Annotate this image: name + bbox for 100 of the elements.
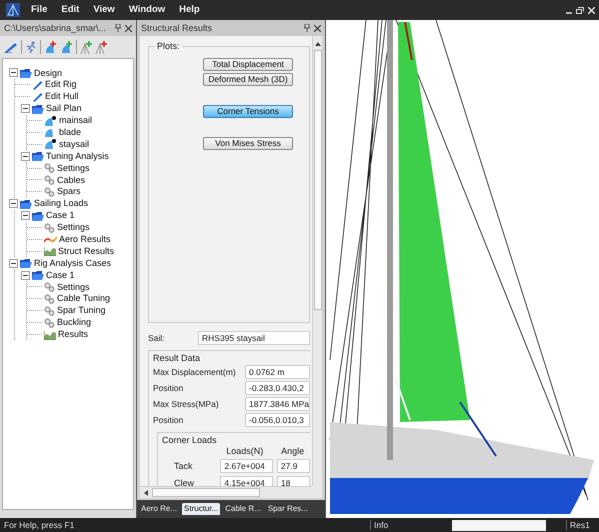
row-label: Clew <box>173 478 196 486</box>
column-header: Loads(N) <box>225 446 264 457</box>
chart-icon <box>44 330 56 340</box>
field-label: Position <box>153 414 184 425</box>
restore-icon[interactable] <box>576 6 584 14</box>
tree-item[interactable]: Edit Rig <box>45 79 77 90</box>
folder-icon <box>32 151 44 162</box>
field-label: Sail: <box>148 332 166 344</box>
folder-icon <box>32 210 44 221</box>
tree-item[interactable]: Spar Tuning <box>57 305 106 316</box>
gears-icon <box>44 222 55 233</box>
tree-item[interactable]: Case 1 <box>46 270 75 280</box>
tree-item[interactable]: Struct Results <box>58 246 114 257</box>
sail-add-icon[interactable] <box>44 40 57 54</box>
horizontal-scrollbar[interactable] <box>140 486 312 498</box>
tab[interactable]: Cable R... <box>223 503 263 515</box>
scrollbar-thumb[interactable] <box>314 50 322 310</box>
collapse-icon[interactable] <box>9 68 18 78</box>
group-label: Result Data <box>153 353 200 364</box>
panel-title: C:\Users\sabrina_smar\... <box>4 22 108 34</box>
folder-icon <box>32 270 44 280</box>
collapse-icon[interactable] <box>21 104 30 114</box>
tab[interactable]: Aero Re... <box>139 503 180 515</box>
menu-item[interactable]: File <box>24 4 54 16</box>
folder-icon <box>20 198 32 209</box>
tree-item[interactable]: mainsail <box>59 115 92 126</box>
tree-item[interactable]: Settings <box>57 282 90 292</box>
value-field: 2.67e+004 <box>220 459 273 474</box>
plot-button[interactable]: Corner Tensions <box>203 105 293 118</box>
tab[interactable]: Spar Res... <box>266 503 310 515</box>
mast-add-icon[interactable] <box>95 40 107 54</box>
menu-item[interactable]: Help <box>172 4 207 16</box>
collapse-icon[interactable] <box>21 211 30 220</box>
scrollbar-thumb[interactable] <box>152 488 260 497</box>
plot-button[interactable]: Von Mises Stress <box>203 137 293 150</box>
value-field: -0.056,0.010,3 <box>245 412 310 427</box>
tab[interactable]: Structur... <box>182 503 220 515</box>
menu-item[interactable]: Window <box>122 4 172 16</box>
tree-item[interactable]: Buckling <box>57 317 92 328</box>
gears-icon <box>44 174 55 185</box>
tree-item[interactable]: Results <box>58 329 88 340</box>
value-field: 4.15e+004 <box>220 476 273 486</box>
panel-title: Structural Results <box>141 22 214 34</box>
collapse-icon[interactable] <box>9 199 18 208</box>
tree-item[interactable]: Sail Plan <box>46 103 82 114</box>
gears-icon <box>44 294 55 304</box>
value-field: 27.9 <box>276 459 310 474</box>
gears-icon <box>44 306 55 316</box>
pin-icon[interactable] <box>304 24 310 32</box>
menu-item[interactable]: Edit <box>54 4 86 16</box>
tree-item[interactable]: Aero Results <box>59 234 111 245</box>
collapse-icon[interactable] <box>21 270 30 280</box>
menu-item[interactable]: View <box>86 4 122 16</box>
tree-item[interactable]: Tuning Analysis <box>46 150 109 162</box>
tree-item[interactable]: Edit Hull <box>45 91 79 102</box>
gears-icon <box>44 186 55 197</box>
field-label: Position <box>153 382 184 393</box>
chart-icon <box>44 246 56 256</box>
scroll-up-icon[interactable] <box>314 42 320 46</box>
value-field: -0.283,0.430,2 <box>245 380 310 395</box>
scroll-left-icon[interactable] <box>144 490 148 496</box>
tree-item[interactable]: Sailing Loads <box>34 198 88 210</box>
tree-item[interactable]: Case 1 <box>46 210 75 222</box>
tree-item[interactable]: blade <box>59 127 82 138</box>
row-label: Tack <box>173 460 194 472</box>
sail-field[interactable]: RHS395 staysail <box>198 331 310 345</box>
field-label: Max Stress(MPa) <box>153 398 220 409</box>
logo-icon[interactable] <box>6 3 20 17</box>
status-text: Res1 <box>566 520 590 530</box>
value-field: 0.0762 m <box>245 364 310 379</box>
pencil-icon[interactable] <box>4 41 18 53</box>
collapse-icon[interactable] <box>21 152 30 161</box>
value-field: 1877.3846 MPa <box>245 396 310 411</box>
tree-item[interactable]: Spars <box>57 186 81 198</box>
plot-button[interactable]: Total Displacement <box>203 58 293 71</box>
folder-icon <box>32 104 44 114</box>
pencil-icon <box>32 92 43 102</box>
status-text: For Help, press F1 <box>3 520 76 530</box>
figure-icon[interactable] <box>25 41 37 53</box>
plot-button[interactable]: Deformed Mesh (3D) <box>203 73 293 86</box>
tree-item[interactable]: Cables <box>57 174 86 186</box>
tree-item[interactable]: Settings <box>57 162 90 174</box>
gears-icon <box>44 282 55 292</box>
tree-item[interactable]: Cable Tuning <box>57 293 110 304</box>
pin-icon[interactable] <box>115 24 121 32</box>
tree-item[interactable]: Design <box>34 68 62 78</box>
group-label: Plots: <box>155 41 182 52</box>
tree-item[interactable]: Settings <box>57 222 90 233</box>
close-icon[interactable] <box>314 24 321 32</box>
group-label: Corner Loads <box>162 434 217 446</box>
folder-icon <box>20 68 32 78</box>
gears-icon <box>44 163 55 174</box>
field-label: Max Displacement(m) <box>153 366 237 377</box>
close-icon[interactable] <box>125 24 132 32</box>
vertical-scrollbar[interactable] <box>312 36 322 486</box>
pencil-icon <box>32 80 43 90</box>
collapse-icon[interactable] <box>9 258 18 268</box>
gears-icon <box>44 318 55 328</box>
tree-item[interactable]: Rig Analysis Cases <box>34 258 112 269</box>
tree-item[interactable]: staysail <box>59 138 90 150</box>
